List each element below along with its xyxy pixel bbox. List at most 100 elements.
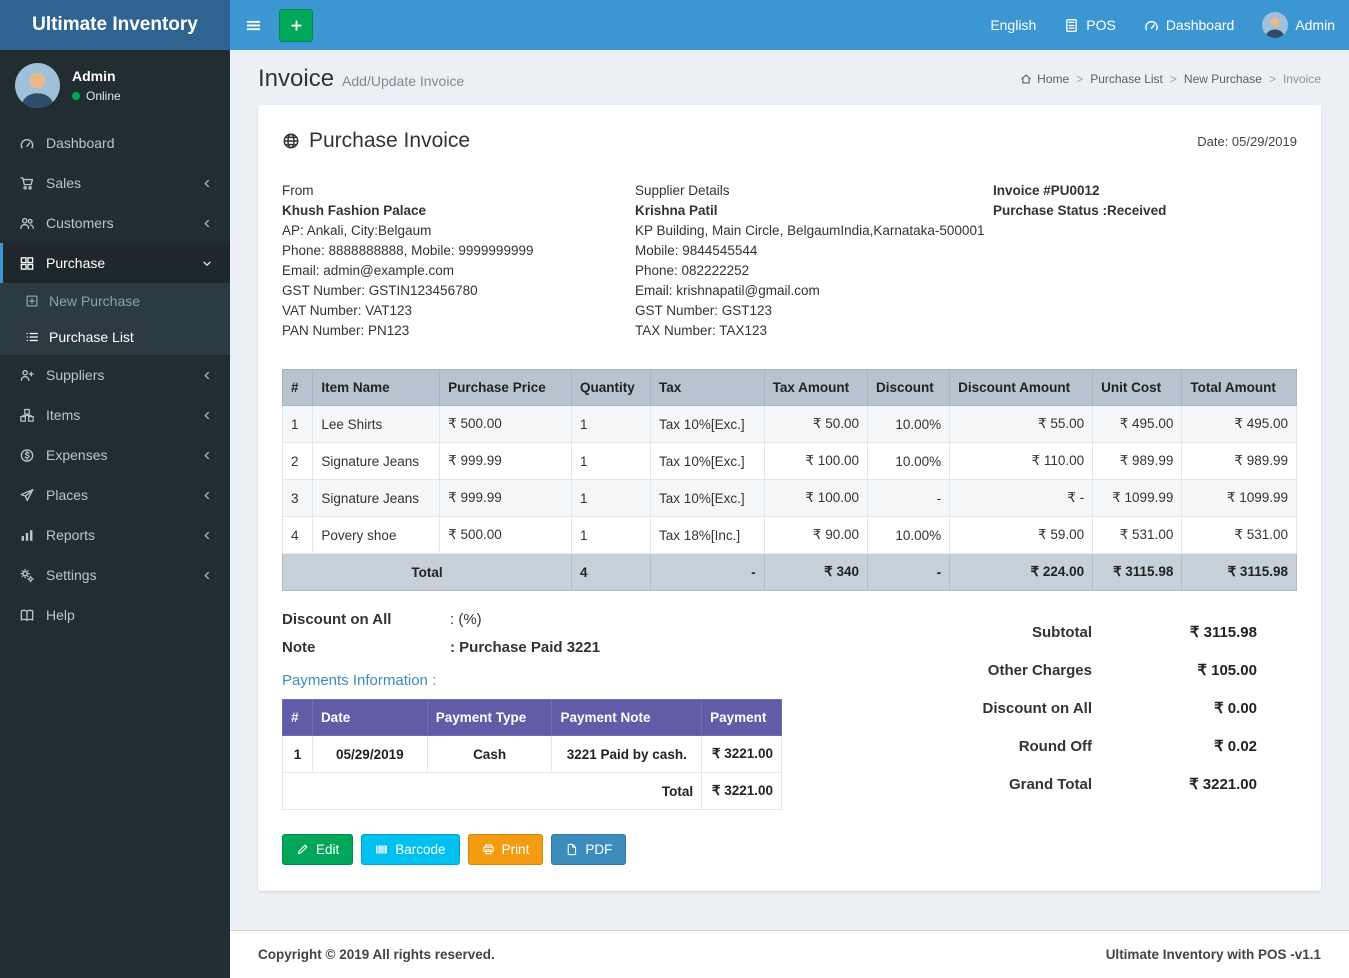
col-tax: Tax [650, 369, 765, 406]
col-unit-cost: Unit Cost [1092, 369, 1183, 406]
items-table: # Item Name Purchase Price Quantity Tax … [281, 369, 1297, 591]
sidebar-item-label: Purchase [46, 255, 106, 271]
pencil-icon [296, 843, 309, 856]
col-tax-amount: Tax Amount [763, 369, 869, 406]
gears-icon [18, 568, 36, 583]
action-buttons: Edit Barcode Print PDF [282, 834, 850, 865]
submenu-item-label: New Purchase [49, 293, 141, 309]
summary-other-charges: Other Charges ₹ 105.00 [987, 661, 1257, 680]
sidebar-item-customers[interactable]: Customers [0, 203, 230, 243]
sidebar-item-expenses[interactable]: Expenses [0, 435, 230, 475]
chevron-left-icon [198, 178, 216, 189]
pdf-file-icon [565, 843, 578, 856]
coin-icon [18, 448, 36, 463]
sidebar-item-label: Items [46, 407, 81, 423]
barcode-button[interactable]: Barcode [361, 834, 460, 865]
version-text: Ultimate Inventory with POS -v1.1 [1105, 947, 1321, 962]
edit-button[interactable]: Edit [282, 834, 354, 865]
sidebar-item-help[interactable]: Help [0, 595, 230, 635]
from-block: From Khush Fashion Palace AP: Ankali, Ci… [282, 181, 627, 341]
brand-logo[interactable]: Ultimate Inventory [0, 0, 230, 50]
items-table-total-row: Total 4 - ₹ 340 - ₹ 224.00 ₹ 3115.98 ₹ 3… [282, 553, 1297, 591]
avatar [1262, 12, 1288, 38]
col-discount-amount: Discount Amount [949, 369, 1094, 406]
content-area: Invoice Add/Update Invoice Home Purchase … [230, 50, 1349, 930]
chevron-left-icon [198, 370, 216, 381]
language-label: English [990, 17, 1037, 33]
items-total-label: Total [282, 553, 572, 591]
sidebar-item-label: Settings [46, 567, 97, 583]
summary-grand-total: Grand Total ₹ 3221.00 [1008, 775, 1257, 794]
sidebar-item-purchase-list[interactable]: Purchase List [0, 319, 230, 355]
sidebar-item-suppliers[interactable]: Suppliers [0, 355, 230, 395]
supplier-name: Krishna Patil [635, 203, 718, 218]
invoice-number: Invoice #PU0012 [993, 183, 1100, 198]
sidebar-toggle-button[interactable] [230, 0, 276, 50]
quick-add-button[interactable] [279, 8, 313, 42]
user-plus-icon [18, 368, 36, 383]
page-footer: Copyright © 2019 All rights reserved. Ul… [230, 930, 1349, 978]
from-name: Khush Fashion Palace [282, 203, 427, 218]
supplier-block: Supplier Details Krishna Patil KP Buildi… [635, 183, 985, 338]
sidebar-item-new-purchase[interactable]: New Purchase [0, 283, 230, 319]
sidebar-item-settings[interactable]: Settings [0, 555, 230, 595]
col-discount: Discount [867, 369, 951, 406]
sidebar-item-label: Reports [46, 527, 96, 543]
chevron-left-icon [198, 530, 216, 541]
page-title: Invoice [258, 65, 335, 92]
print-button[interactable]: Print [467, 834, 544, 865]
breadcrumb-separator [1170, 72, 1177, 86]
invoice-card-title: Purchase Invoice [282, 129, 470, 153]
user-menu-label: Admin [1295, 17, 1335, 33]
breadcrumb-current: Invoice [1282, 72, 1321, 86]
sidebar-item-sales[interactable]: Sales [0, 163, 230, 203]
col-quantity: Quantity [570, 369, 652, 406]
col-total-amount: Total Amount [1181, 369, 1297, 406]
sidebar-item-places[interactable]: Places [0, 475, 230, 515]
supplier-heading: Supplier Details [635, 183, 730, 198]
breadcrumb-home[interactable]: Home [1020, 72, 1069, 86]
top-header: Ultimate Inventory English POS Dashboard… [0, 0, 1349, 50]
items-total-quantity: 4 [570, 553, 652, 591]
book-icon [18, 608, 36, 623]
pos-link[interactable]: POS [1050, 0, 1130, 50]
table-row: 3 Signature Jeans ₹ 999.99 1 Tax 10%[Exc… [281, 479, 1297, 517]
sidebar-item-dashboard[interactable]: Dashboard [0, 123, 230, 163]
sidebar-item-label: Help [46, 607, 75, 623]
dashboard-link[interactable]: Dashboard [1130, 0, 1249, 50]
home-icon [1020, 73, 1032, 85]
sidebar-user-name: Admin [72, 68, 116, 84]
breadcrumb-purchase-list[interactable]: Purchase List [1090, 72, 1163, 86]
pos-label: POS [1086, 17, 1116, 33]
note-value: : Purchase Paid 3221 [450, 639, 601, 656]
payments-header-row: # Date Payment Type Payment Note Payment [282, 699, 782, 736]
table-row: 2 Signature Jeans ₹ 999.99 1 Tax 10%[Exc… [281, 442, 1297, 480]
discount-on-all-label: Discount on All [282, 611, 392, 628]
grid-icon [18, 256, 36, 271]
payments-table: # Date Payment Type Payment Note Payment… [281, 699, 782, 810]
sidebar-item-reports[interactable]: Reports [0, 515, 230, 555]
cart-icon [18, 176, 36, 191]
col-item-name: Item Name [312, 369, 441, 406]
sidebar-item-label: Customers [46, 215, 114, 231]
payments-total-row: Total ₹ 3221.00 [281, 772, 782, 810]
table-row: 4 Povery shoe ₹ 500.00 1 Tax 18%[Inc.] ₹… [281, 516, 1297, 554]
language-menu[interactable]: English [976, 0, 1050, 50]
breadcrumb-new-purchase[interactable]: New Purchase [1184, 72, 1262, 86]
note-label: Note [282, 639, 316, 656]
sidebar-item-items[interactable]: Items [0, 395, 230, 435]
sidebar-item-label: Sales [46, 175, 82, 191]
col-index: # [281, 369, 314, 406]
gauge-icon [1144, 18, 1159, 33]
user-menu[interactable]: Admin [1248, 0, 1349, 50]
content-header: Invoice Add/Update Invoice Home Purchase … [230, 50, 1349, 93]
pdf-button[interactable]: PDF [551, 834, 627, 865]
send-icon [18, 488, 36, 503]
sidebar-item-purchase[interactable]: Purchase [0, 243, 230, 283]
items-total-discount-amount: ₹ 224.00 [949, 553, 1094, 591]
items-total-amount: ₹ 3115.98 [1181, 553, 1297, 591]
note-row: Note : Purchase Paid 3221 [282, 639, 850, 656]
copyright-text: Copyright © 2019 All rights reserved. [258, 947, 495, 962]
online-status-dot [72, 92, 80, 100]
user-status: Online [72, 89, 121, 103]
